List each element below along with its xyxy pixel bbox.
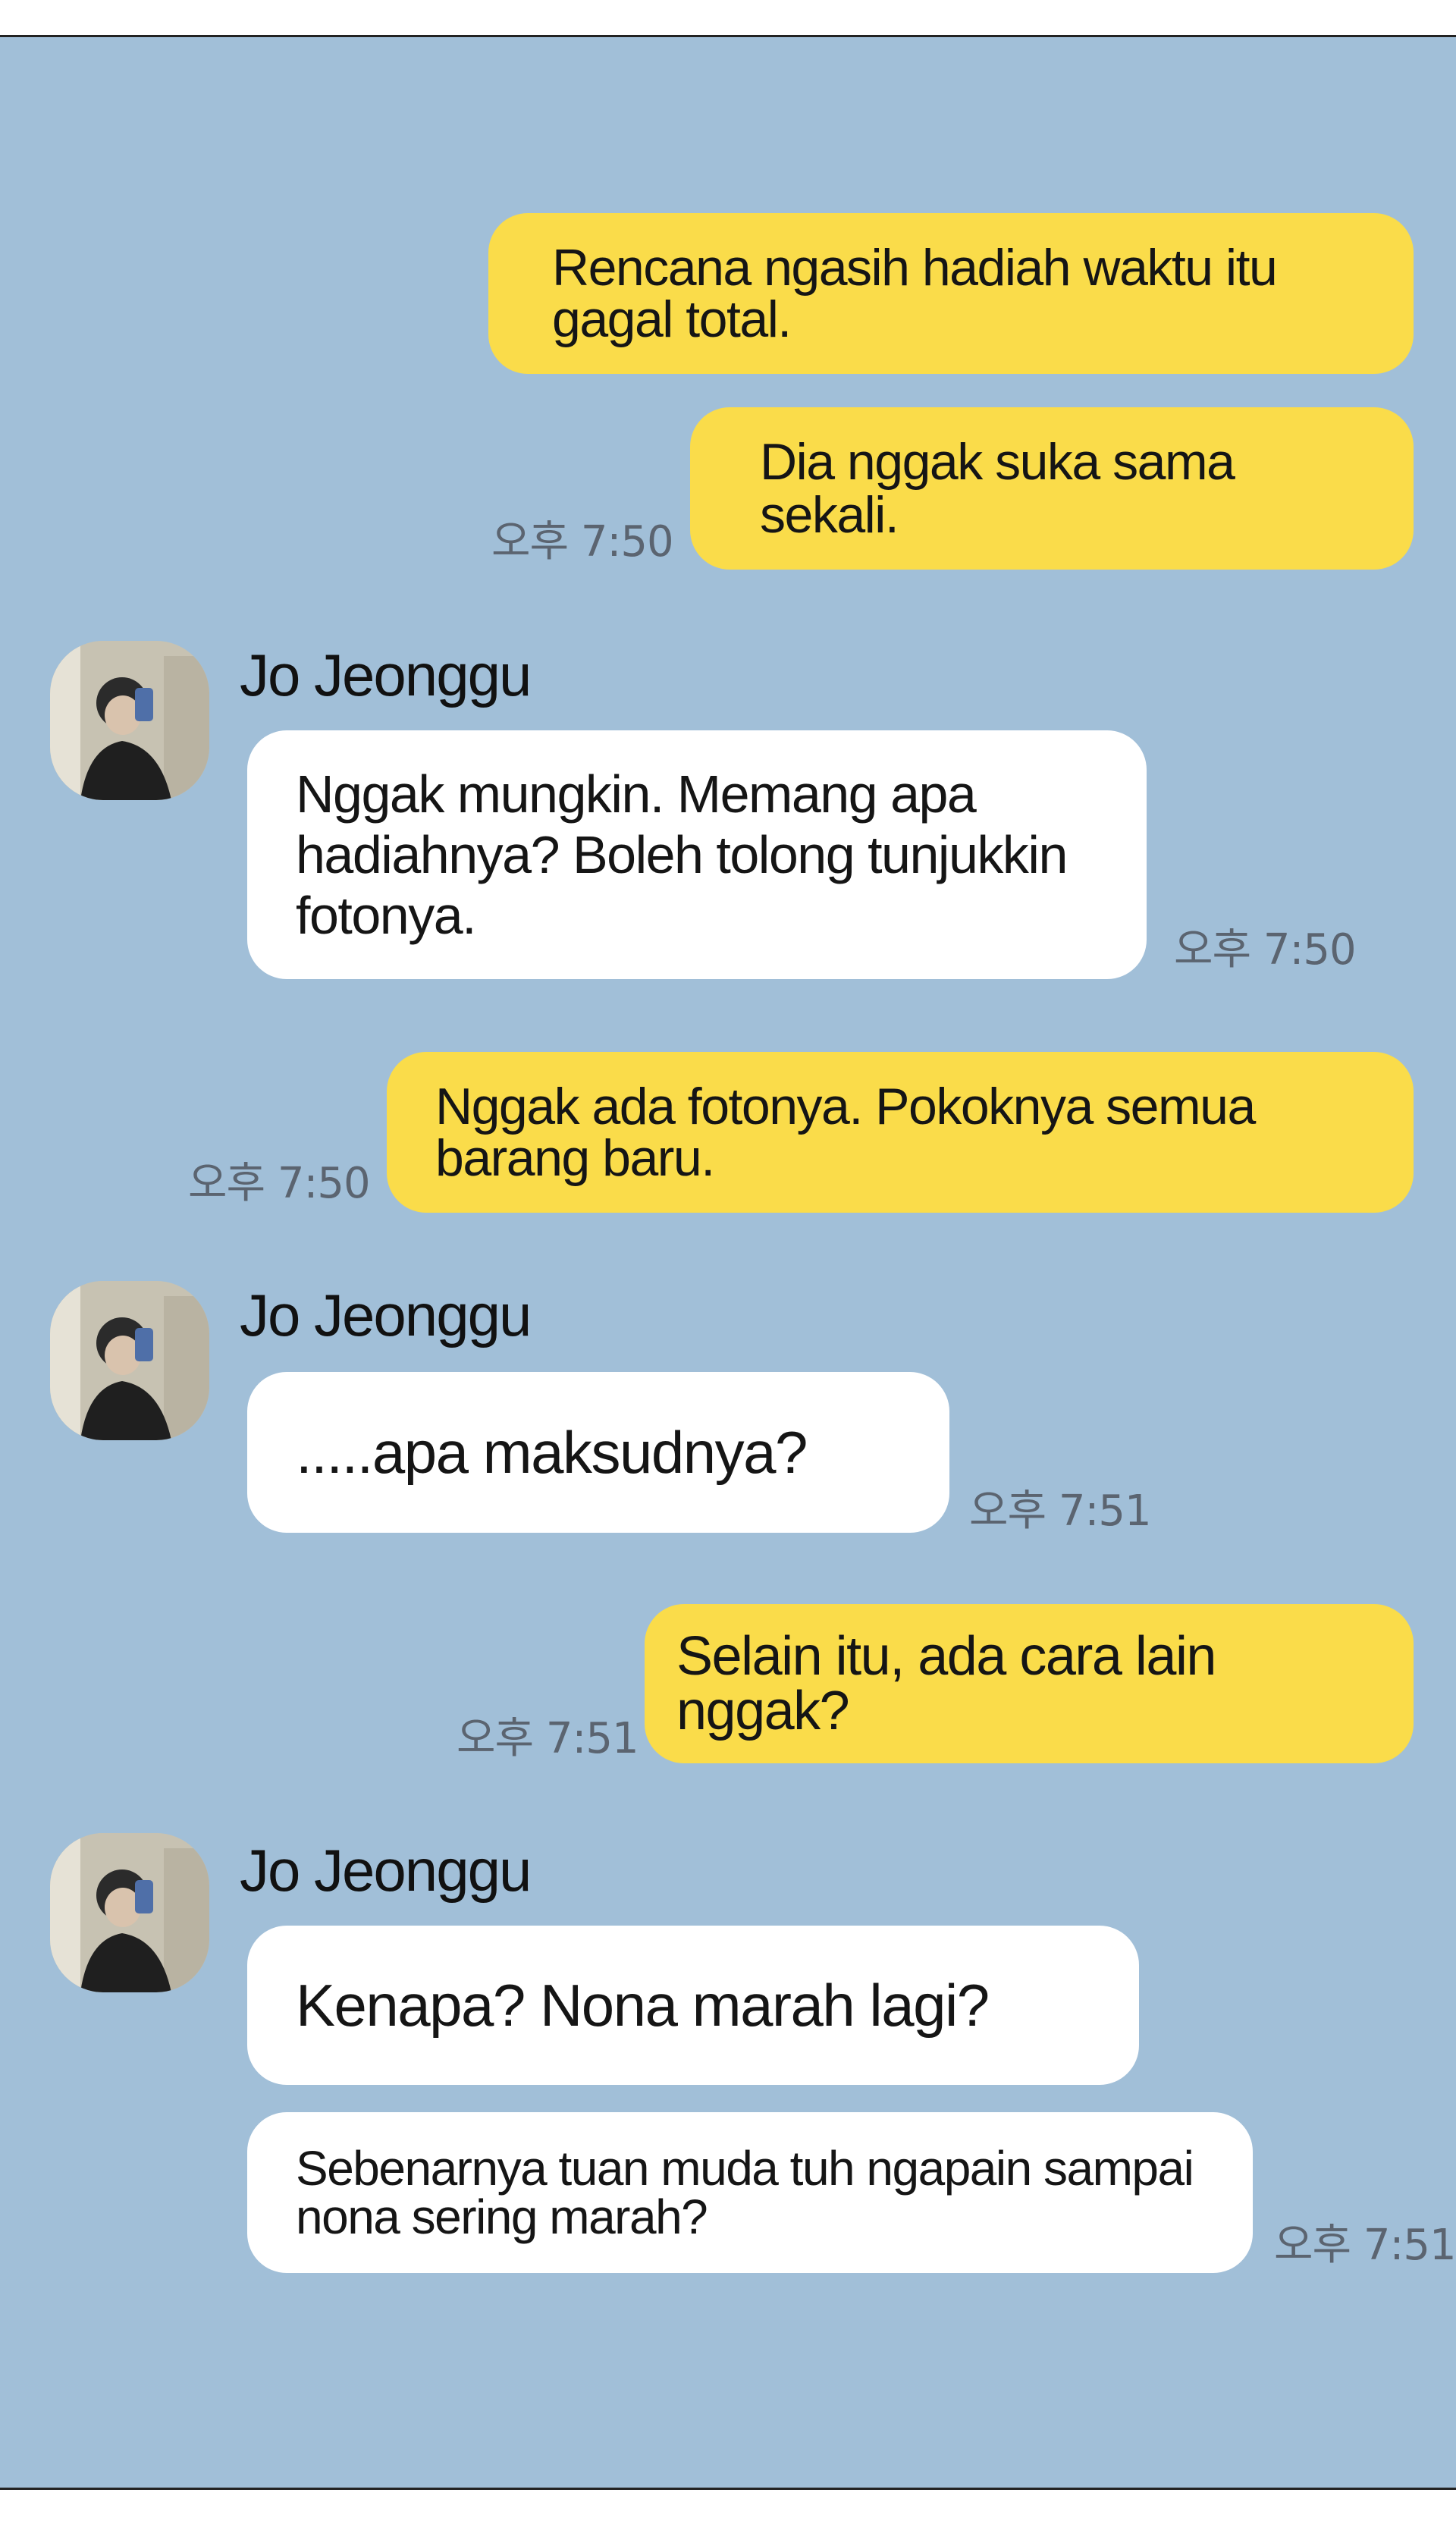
message-timestamp: 오후 7:51 (969, 1486, 1152, 1536)
message-text: Nggak ada fotonya. Pokoknya semua barang… (435, 1078, 1256, 1187)
message-text: Selain itu, ada cara lain nggak? (676, 1626, 1216, 1741)
chat-panel: Rencana ngasih hadiah waktu itu gagal to… (0, 35, 1456, 2490)
message-text: .....apa maksudnya? (296, 1419, 808, 1486)
message-text: Sebenarnya tuan muda tuh ngapain sampai … (296, 2141, 1194, 2244)
avatar-icon[interactable] (50, 1281, 209, 1440)
message-timestamp: 오후 7:51 (457, 1714, 639, 1763)
message-timestamp: 오후 7:50 (188, 1159, 371, 1208)
message-timestamp: 오후 7:51 (1274, 2221, 1456, 2270)
message-bubble-received[interactable]: Nggak mungkin. Memang apa hadiahnya? Bol… (247, 730, 1147, 979)
message-bubble-sent[interactable]: Dia nggak suka sama sekali. (690, 407, 1414, 570)
message-bubble-sent[interactable]: Selain itu, ada cara lain nggak? (645, 1604, 1414, 1763)
message-timestamp: 오후 7:50 (1174, 925, 1357, 975)
message-bubble-received[interactable]: Kenapa? Nona marah lagi? (247, 1926, 1139, 2085)
message-text: Rencana ngasih hadiah waktu itu gagal to… (552, 239, 1278, 348)
contact-name: Jo Jeonggu (240, 642, 532, 708)
contact-name: Jo Jeonggu (240, 1837, 532, 1904)
message-bubble-sent[interactable]: Nggak ada fotonya. Pokoknya semua barang… (387, 1052, 1414, 1213)
message-text: Nggak mungkin. Memang apa hadiahnya? Bol… (296, 764, 1068, 945)
message-bubble-received[interactable]: .....apa maksudnya? (247, 1372, 949, 1533)
message-text: Kenapa? Nona marah lagi? (296, 1972, 990, 2039)
message-bubble-sent[interactable]: Rencana ngasih hadiah waktu itu gagal to… (488, 213, 1414, 374)
contact-name: Jo Jeonggu (240, 1282, 532, 1348)
message-text: Dia nggak suka sama sekali. (760, 433, 1235, 544)
message-bubble-received[interactable]: Sebenarnya tuan muda tuh ngapain sampai … (247, 2112, 1253, 2273)
avatar-icon[interactable] (50, 1833, 209, 1992)
avatar-icon[interactable] (50, 641, 209, 800)
message-timestamp: 오후 7:50 (491, 517, 674, 567)
